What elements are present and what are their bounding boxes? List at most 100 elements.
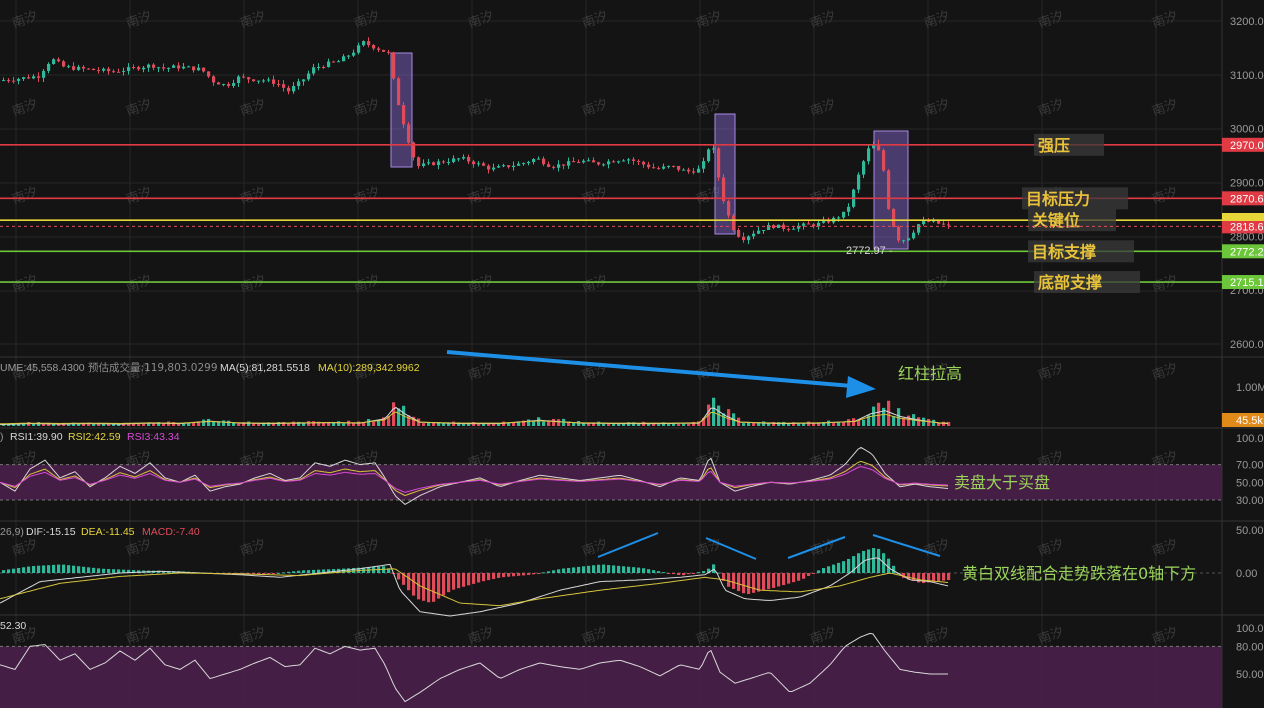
macd-hist-bar-122	[612, 565, 616, 573]
watermark-73: 南汐	[808, 536, 838, 560]
macd-hist-bar-186	[932, 573, 936, 582]
candle-body-126	[632, 159, 636, 161]
volume-bar-67	[337, 421, 341, 426]
price-axis: 3200.03100.03000.02900.02800.02700.02600…	[1222, 16, 1264, 351]
volume-bar-13	[67, 424, 71, 426]
candle-body-95	[477, 163, 481, 165]
candle-body-123	[617, 161, 621, 163]
volume-bar-167	[837, 422, 841, 426]
macd-hist-bar-119	[597, 564, 601, 573]
candle-body-58	[292, 86, 296, 92]
watermark-11: 南汐	[10, 96, 40, 120]
candle-body-26	[132, 67, 136, 69]
macd-hist-bar-96	[482, 573, 486, 582]
candle-body-131	[657, 168, 661, 170]
candle-body-140	[702, 161, 706, 169]
macd-hist-bar-20	[102, 568, 106, 573]
watermark-79: 南汐	[238, 624, 268, 648]
candle-body-155	[777, 224, 781, 229]
candle-body-127	[637, 160, 641, 162]
macd-hist-bar-178	[892, 565, 896, 573]
candle-body-19	[97, 70, 101, 72]
macd-hist-bar-135	[677, 573, 681, 575]
candle-body-38	[192, 66, 196, 71]
macd-hist-bar-124	[622, 566, 626, 573]
watermark-22: 南汐	[10, 184, 40, 208]
volume-bar-70	[352, 423, 356, 426]
macd-hist-bar-18	[92, 567, 96, 573]
watermark-37: 南汐	[466, 272, 496, 296]
price-tag-3: 2772.2	[1230, 246, 1264, 258]
candle-body-141	[707, 149, 711, 162]
macd-hist-bar-63	[317, 569, 321, 573]
macd-hist-bar-105	[527, 573, 531, 575]
candle-body-129	[647, 164, 651, 168]
candle-body-84	[422, 163, 426, 167]
candle-body-66	[332, 61, 336, 63]
candle-body-54	[272, 79, 276, 84]
watermark-29: 南汐	[808, 184, 838, 208]
candle-body-10	[52, 59, 56, 64]
candle-body-100	[502, 165, 506, 167]
candle-body-75	[377, 48, 381, 50]
macd-hist-bar-17	[87, 567, 91, 573]
watermark-4: 南汐	[466, 8, 496, 32]
macd-hist-bar-15	[77, 566, 81, 573]
candle-body-16	[82, 66, 86, 69]
candle-body-110	[552, 166, 556, 168]
rsi-tick-2: 50.00	[1236, 477, 1264, 489]
candle-body-173	[867, 148, 871, 162]
macd-hist-bar-189	[947, 573, 951, 581]
macd-hist-bar-127	[637, 567, 641, 573]
volume-bar-42	[212, 422, 216, 426]
rsi-tick-3: 30.00	[1236, 495, 1264, 507]
macd-hist-bar-128	[642, 568, 646, 573]
volume-note: 红柱拉高	[898, 364, 962, 383]
candle-body-107	[537, 158, 541, 160]
candle-body-27	[137, 67, 141, 70]
macd-hist-bar-22	[112, 569, 116, 573]
macd-hist-bar-60	[302, 570, 306, 573]
macd-header-prefix: 26,9)	[0, 526, 24, 538]
macd-note: 黄白双线配合走势跌落在0轴下方	[962, 564, 1196, 583]
volume-bar-157	[787, 423, 791, 426]
level-label-2: 关键位	[1032, 211, 1080, 230]
volume-tick-0: 1.00M	[1236, 382, 1264, 394]
candle-body-94	[472, 161, 476, 165]
rsi-tick-0: 100.00	[1236, 433, 1264, 445]
volume-bar-152	[762, 421, 766, 426]
watermark-27: 南汐	[580, 184, 610, 208]
candle-body-99	[497, 166, 501, 168]
candle-body-55	[277, 83, 281, 85]
watermark-43: 南汐	[1150, 272, 1180, 296]
candle-body-147	[737, 230, 741, 237]
watermark-35: 南汐	[238, 272, 268, 296]
osc-tick-0: 100.00	[1236, 623, 1264, 635]
volume-bar-29	[147, 423, 151, 426]
candle-body-34	[172, 65, 176, 68]
watermark-24: 南汐	[238, 184, 268, 208]
candle-body-41	[207, 71, 211, 77]
candle-body-176	[882, 150, 886, 171]
macd-hist-bar-131	[657, 571, 661, 573]
macd-tick-1: 0.00	[1236, 568, 1257, 580]
macd-hist-bar-56	[282, 572, 286, 574]
candle-body-152	[762, 230, 766, 232]
candle-body-49	[247, 77, 251, 80]
macd-hist-bar-140	[702, 571, 706, 573]
macd-hist-bar-103	[517, 573, 521, 576]
candle-body-121	[607, 161, 611, 165]
volume-bar-60	[302, 423, 306, 426]
candle-body-57	[287, 87, 291, 92]
volume-bar-150	[752, 423, 756, 426]
watermark-83: 南汐	[694, 624, 724, 648]
macd-hist-bar-98	[492, 573, 496, 580]
candle-body-44	[222, 84, 226, 86]
candle-body-108	[542, 158, 546, 165]
macd-hist-bar-81	[407, 573, 411, 591]
volume-bar-177	[887, 400, 891, 426]
candle-body-90	[452, 158, 456, 163]
macd-hist-bar-113	[567, 567, 571, 573]
candle-body-22	[112, 71, 116, 73]
volume-bar-40	[202, 419, 206, 426]
